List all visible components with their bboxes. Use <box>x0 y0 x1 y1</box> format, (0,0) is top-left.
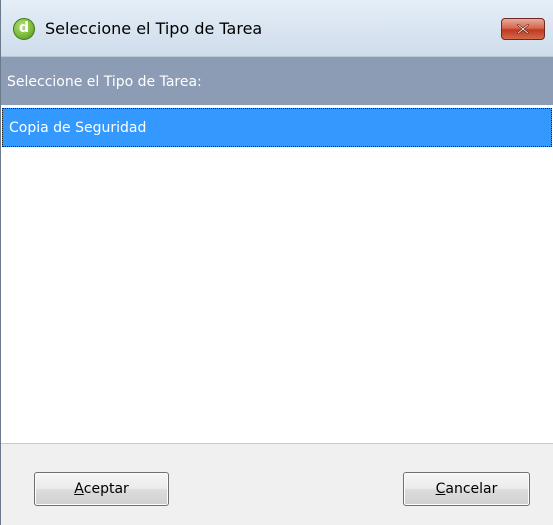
list-item-backup[interactable]: Copia de Seguridad <box>2 108 552 147</box>
app-logo-letter: d <box>18 20 30 36</box>
app-logo-icon: d <box>13 18 35 40</box>
cancel-mnemonic: C <box>435 481 446 497</box>
accept-mnemonic: A <box>74 481 84 497</box>
window-title: Seleccione el Tipo de Tarea <box>45 19 263 38</box>
list-item-label: Copia de Seguridad <box>9 120 147 136</box>
cancel-button[interactable]: Cancelar <box>403 472 530 506</box>
button-bar: Aceptar Cancelar <box>1 444 553 525</box>
close-x-icon <box>517 24 529 34</box>
accept-button[interactable]: Aceptar <box>34 472 169 506</box>
close-button[interactable] <box>501 18 545 40</box>
prompt-header: Seleccione el Tipo de Tarea: <box>1 57 553 105</box>
prompt-label: Seleccione el Tipo de Tarea: <box>7 74 202 90</box>
task-type-list[interactable]: Copia de Seguridad <box>1 105 553 444</box>
accept-label: ceptar <box>83 481 129 497</box>
title-bar[interactable]: d Seleccione el Tipo de Tarea <box>1 0 553 57</box>
dialog-window: d Seleccione el Tipo de Tarea Seleccione… <box>0 0 553 525</box>
cancel-label: ancelar <box>445 481 498 497</box>
